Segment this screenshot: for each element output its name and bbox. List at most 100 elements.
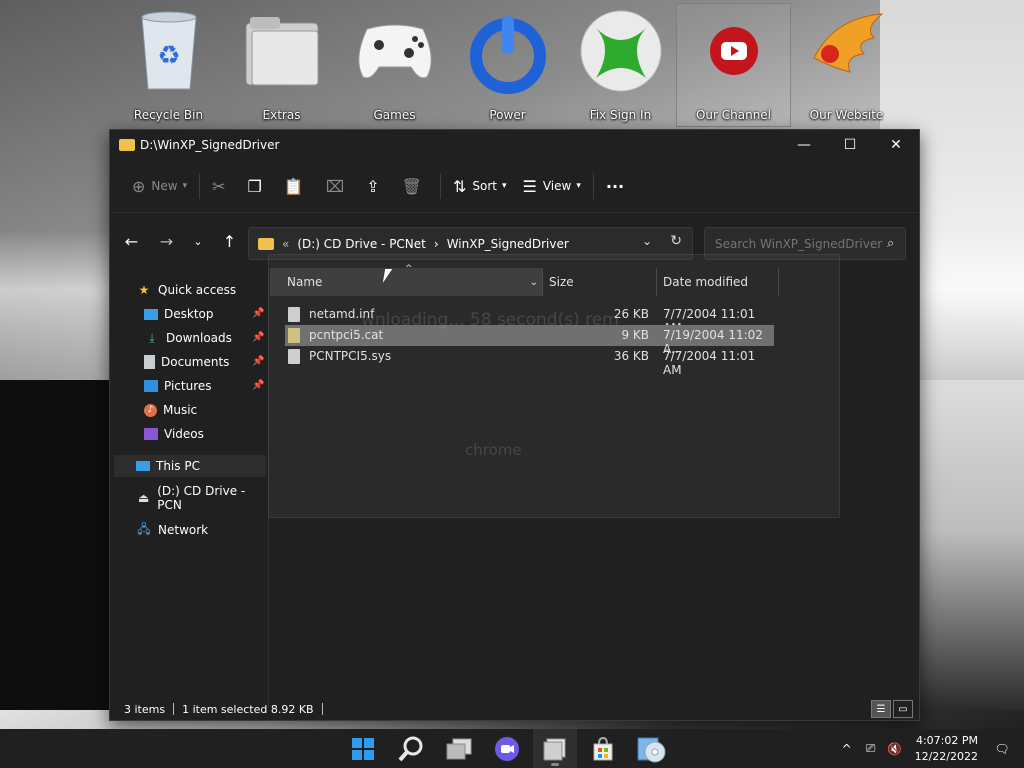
details-view-button[interactable]: ☰ (871, 700, 891, 718)
maximize-button[interactable]: ☐ (827, 130, 873, 160)
file-name: PCNTPCI5.sys (309, 349, 392, 363)
star-icon: ★ (138, 283, 150, 297)
file-size: 26 KB (613, 307, 649, 321)
tiles-view-button[interactable]: ▭ (893, 700, 913, 718)
item-count: 3 items (124, 702, 166, 716)
sidebar-item-documents[interactable]: Documents (144, 351, 229, 373)
clock[interactable]: 4:07:02 PM 12/22/2022 (915, 733, 978, 765)
title-bar[interactable]: D:\WinXP_SignedDriver — ☐ ✕ (110, 130, 919, 160)
table-row[interactable]: netamd.inf 26 KB 7/7/2004 11:01 AM (285, 304, 774, 335)
network-status-icon[interactable]: ⎚ (859, 741, 883, 756)
monitor-icon (136, 461, 150, 471)
window-title: D:\WinXP_SignedDriver (140, 138, 280, 152)
search-taskbar-button[interactable] (389, 729, 433, 768)
document-icon (144, 355, 155, 369)
desktop-icon-label: Recycle Bin (133, 108, 204, 122)
view-button[interactable]: ☰ View ▾ (515, 170, 589, 202)
desktop-icon-power[interactable]: Power (451, 4, 564, 126)
column-header-name[interactable]: Name ⌄ ^ (270, 264, 542, 296)
folder-icon (258, 237, 274, 250)
breadcrumb-overflow[interactable]: « (282, 237, 289, 251)
breadcrumb-drive[interactable]: (D:) CD Drive - PCNet (297, 237, 426, 251)
column-header-date[interactable]: Date modified (663, 268, 773, 296)
navigation-pane: ★ Quick access Desktop 📌 ⤓ Downloads 📌 Doc… (110, 268, 268, 704)
close-button[interactable]: ✕ (873, 130, 919, 160)
xbox-icon (578, 8, 664, 94)
search-input[interactable] (713, 235, 887, 252)
sidebar-item-downloads[interactable]: ⤓ Downloads (144, 327, 232, 349)
table-row[interactable]: PCNTPCI5.sys 36 KB 7/7/2004 11:01 AM (285, 346, 774, 377)
sidebar-item-desktop[interactable]: Desktop (144, 303, 214, 325)
file-explorer-taskbar-button[interactable] (533, 729, 577, 768)
sidebar-item-music[interactable]: ♪ Music (144, 399, 197, 421)
divider (439, 173, 441, 199)
divider (321, 703, 323, 715)
chevron-down-icon[interactable]: ⌄ (530, 277, 538, 288)
column-divider[interactable] (542, 268, 543, 296)
minimize-button[interactable]: — (781, 130, 827, 160)
column-divider[interactable] (656, 268, 657, 296)
more-options-button[interactable]: ··· (598, 170, 632, 202)
up-button[interactable]: ↑ (212, 225, 247, 257)
search-box[interactable]: ⌕ (704, 227, 906, 260)
clock-date: 12/22/2022 (914, 749, 978, 763)
task-view-icon (446, 738, 472, 759)
paste-button[interactable]: 📋 (276, 170, 318, 202)
search-icon (398, 736, 423, 761)
desktop-icon-extras[interactable]: Extras (225, 4, 338, 126)
music-icon: ♪ (144, 403, 157, 417)
desktop-icon-label: Fix Sign In (589, 108, 652, 122)
share-icon: ⇪ (366, 176, 380, 196)
sort-icon: ⇅ (452, 176, 467, 196)
new-button[interactable]: ⊕ New ▾ (124, 170, 195, 202)
refresh-icon[interactable]: ↻ (670, 233, 682, 249)
start-button[interactable] (341, 729, 385, 768)
share-button[interactable]: ⇪ (358, 170, 393, 202)
back-button[interactable]: ← (114, 225, 149, 257)
new-label: New (151, 179, 178, 193)
forward-button[interactable]: → (149, 225, 184, 257)
windows-logo-icon (352, 737, 374, 760)
sidebar-item-network[interactable]: 🖧 Network (136, 519, 208, 541)
desktop-icon-recycle-bin[interactable]: ♻ Recycle Bin (112, 4, 225, 126)
sidebar-item-this-pc[interactable]: This PC (114, 455, 266, 477)
task-view-button[interactable] (437, 729, 481, 768)
arrow-left-icon: ← (124, 231, 139, 251)
column-header-size[interactable]: Size (549, 268, 649, 296)
copy-button[interactable]: ❐ (240, 170, 276, 202)
chevron-down-icon: ▾ (501, 181, 507, 191)
table-row[interactable]: pcntpci5.cat 9 KB 7/19/2004 11:02 A... (285, 325, 774, 356)
chevron-up-icon[interactable]: ^ (835, 742, 859, 756)
cut-button[interactable]: ✂ (204, 170, 239, 202)
delete-button[interactable]: 🗑 (394, 170, 436, 202)
rename-button[interactable]: ⌧ (318, 170, 358, 202)
desktop-icon-label: Our Website (809, 108, 884, 122)
address-bar[interactable]: « (D:) CD Drive - PCNet › WinXP_SignedDr… (248, 227, 693, 260)
recent-locations-button[interactable]: ⌄ (184, 225, 212, 257)
breadcrumb-folder[interactable]: WinXP_SignedDriver (447, 237, 569, 251)
disc-burner-button[interactable] (629, 729, 673, 768)
store-button[interactable] (581, 729, 625, 768)
gamepad-icon (352, 8, 438, 94)
desktop-icon-our-channel[interactable]: Our Channel (676, 3, 791, 127)
taskbar: ^ ⎚ 🔇 4:07:02 PM 12/22/2022 🗨 (0, 729, 1024, 768)
navigation-row: ← → ⌄ ↑ « (D:) CD Drive - PCNet › WinXP_… (110, 213, 919, 269)
sidebar-item-cd-drive[interactable]: ⏏ (D:) CD Drive - PCN (136, 484, 268, 512)
column-divider[interactable] (778, 268, 779, 296)
sidebar-item-quick-access[interactable]: ★ Quick access (136, 279, 237, 301)
sidebar-item-videos[interactable]: Videos (144, 423, 204, 445)
network-icon: 🖧 (137, 521, 151, 536)
desktop-icon-games[interactable]: Games (338, 4, 451, 126)
sidebar-item-pictures[interactable]: Pictures (144, 375, 212, 397)
chat-button[interactable] (485, 729, 529, 768)
chevron-down-icon: ▾ (182, 181, 188, 191)
file-size: 9 KB (621, 328, 649, 342)
column-label: Name (287, 275, 323, 289)
volume-muted-icon[interactable]: 🔇 (883, 742, 907, 756)
notifications-icon[interactable]: 🗨 (990, 742, 1014, 756)
desktop-icon-our-website[interactable]: Our Website (790, 4, 903, 126)
pane-divider[interactable] (268, 268, 269, 708)
chevron-down-icon[interactable]: ⌄ (642, 234, 652, 248)
sort-button[interactable]: ⇅ Sort ▾ (445, 170, 515, 202)
desktop-icon-fix-sign-in[interactable]: Fix Sign In (564, 4, 677, 126)
